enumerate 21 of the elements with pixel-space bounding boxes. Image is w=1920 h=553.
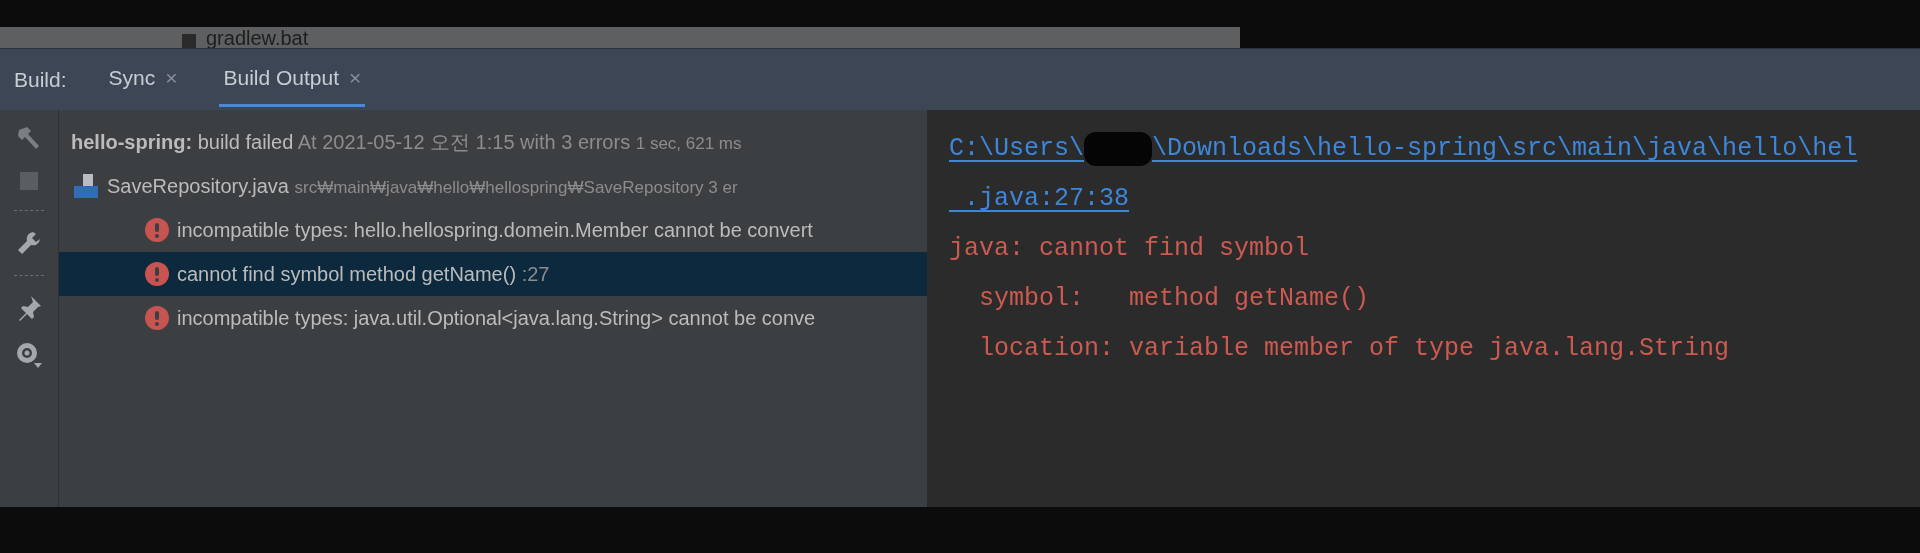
error-icon — [145, 262, 169, 286]
console-line: symbol: method getName() — [978, 283, 1370, 316]
tab[interactable]: Build Output × — [219, 52, 366, 107]
file-icon — [180, 34, 198, 48]
redaction-mark — [1084, 132, 1153, 166]
console-line: java: cannot find symbol — [949, 233, 1310, 266]
java-file-icon — [73, 173, 99, 199]
eye-icon[interactable] — [14, 340, 44, 370]
tab[interactable]: Sync × — [104, 52, 182, 107]
error-icon — [145, 306, 169, 330]
tree-file-node[interactable]: SaveRepository.java src₩main₩java₩hello₩hellospring₩SaveRepository 3 er — [107, 171, 738, 201]
console-line: location: variable member of type java.lang.String — [978, 333, 1730, 366]
error-icon — [145, 218, 169, 242]
tabs-label: Build: — [14, 66, 67, 93]
file-link[interactable]: .java:27:38 — [949, 180, 1130, 218]
error-item[interactable]: incompatible types: java.util.Optional<java.lang.String> cannot be conve — [59, 296, 927, 340]
tree-node-title[interactable]: hello-spring: build failed At 2021-05-12 오전 1:15 with 3 errors 1 sec, 621 ms — [71, 127, 742, 157]
file-link[interactable]: C:\Users\ — [949, 130, 1085, 168]
file-link[interactable]: \Downloads\hello-spring\src\main\java\hello\hel — [1152, 130, 1858, 168]
error-item[interactable]: incompatible types: hello.hellospring.domein.Member cannot be convert — [59, 208, 927, 252]
error-item[interactable]: cannot find symbol method getName() :27 — [59, 252, 927, 296]
